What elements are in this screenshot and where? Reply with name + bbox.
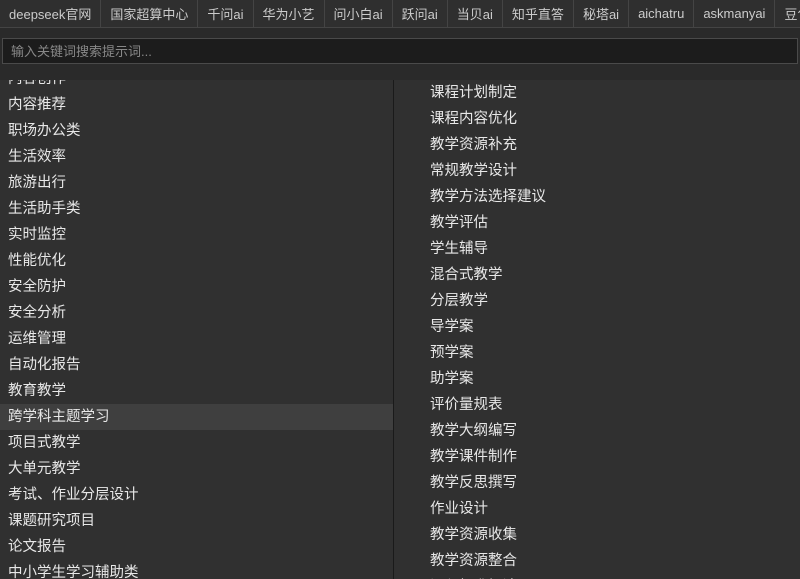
search-input[interactable]	[2, 38, 798, 64]
category-item[interactable]: 生活效率	[0, 144, 393, 170]
subcategory-item[interactable]: 课程标准解读	[394, 574, 800, 579]
category-item[interactable]: 考试、作业分层设计	[0, 482, 393, 508]
category-item[interactable]: 旅游出行	[0, 170, 393, 196]
tab-bar: deepseek官网国家超算中心千问ai华为小艺问小白ai跃问ai当贝ai知乎直…	[0, 0, 800, 28]
subcategory-item[interactable]: 学生辅导	[394, 236, 800, 262]
tab-4[interactable]: 问小白ai	[325, 0, 393, 28]
category-item[interactable]: 内容推荐	[0, 92, 393, 118]
subcategory-item[interactable]: 助学案	[394, 366, 800, 392]
category-item[interactable]: 内容创作	[0, 80, 393, 92]
subcategory-item[interactable]: 导学案	[394, 314, 800, 340]
category-item[interactable]: 自动化报告	[0, 352, 393, 378]
subcategory-item[interactable]: 课程内容优化	[394, 106, 800, 132]
category-item[interactable]: 论文报告	[0, 534, 393, 560]
category-item[interactable]: 实时监控	[0, 222, 393, 248]
tab-11[interactable]: 豆包ai	[775, 0, 800, 28]
subcategory-item[interactable]: 分层教学	[394, 288, 800, 314]
category-item[interactable]: 安全防护	[0, 274, 393, 300]
category-item[interactable]: 大单元教学	[0, 456, 393, 482]
tab-0[interactable]: deepseek官网	[0, 0, 101, 28]
tab-6[interactable]: 当贝ai	[448, 0, 503, 28]
tab-3[interactable]: 华为小艺	[254, 0, 325, 28]
category-item[interactable]: 项目式教学	[0, 430, 393, 456]
tab-2[interactable]: 千问ai	[198, 0, 253, 28]
category-item[interactable]: 跨学科主题学习	[0, 404, 393, 430]
subcategory-item[interactable]: 教学资源收集	[394, 522, 800, 548]
search-row	[0, 38, 800, 64]
subcategory-item[interactable]: 课程计划制定	[394, 80, 800, 106]
subcategory-item[interactable]: 教学课件制作	[394, 444, 800, 470]
subcategory-item[interactable]: 常规教学设计	[394, 158, 800, 184]
tab-8[interactable]: 秘塔ai	[574, 0, 629, 28]
category-item[interactable]: 教育教学	[0, 378, 393, 404]
category-item[interactable]: 运维管理	[0, 326, 393, 352]
category-item[interactable]: 职场办公类	[0, 118, 393, 144]
subcategory-item[interactable]: 教学资源整合	[394, 548, 800, 574]
subcategory-item[interactable]: 教学方法选择建议	[394, 184, 800, 210]
category-item[interactable]: 性能优化	[0, 248, 393, 274]
panels-container: 预测模型内容创作内容推荐职场办公类生活效率旅游出行生活助手类实时监控性能优化安全…	[0, 80, 800, 579]
tab-5[interactable]: 跃问ai	[393, 0, 448, 28]
tab-10[interactable]: askmanyai	[694, 0, 775, 28]
tab-9[interactable]: aichatru	[629, 0, 694, 28]
subcategory-panel[interactable]: 课程计划制定课程内容优化教学资源补充常规教学设计教学方法选择建议教学评估学生辅导…	[394, 80, 800, 579]
subcategory-item[interactable]: 混合式教学	[394, 262, 800, 288]
subcategory-item[interactable]: 预学案	[394, 340, 800, 366]
category-panel[interactable]: 预测模型内容创作内容推荐职场办公类生活效率旅游出行生活助手类实时监控性能优化安全…	[0, 80, 394, 579]
subcategory-item[interactable]: 作业设计	[394, 496, 800, 522]
category-item[interactable]: 安全分析	[0, 300, 393, 326]
category-item[interactable]: 生活助手类	[0, 196, 393, 222]
subcategory-item[interactable]: 教学资源补充	[394, 132, 800, 158]
tab-1[interactable]: 国家超算中心	[101, 0, 198, 28]
tab-7[interactable]: 知乎直答	[503, 0, 574, 28]
subcategory-item[interactable]: 教学反思撰写	[394, 470, 800, 496]
category-item[interactable]: 课题研究项目	[0, 508, 393, 534]
subcategory-item[interactable]: 教学评估	[394, 210, 800, 236]
subcategory-item[interactable]: 教学大纲编写	[394, 418, 800, 444]
subcategory-item[interactable]: 评价量规表	[394, 392, 800, 418]
category-item[interactable]: 中小学生学习辅助类	[0, 560, 393, 579]
